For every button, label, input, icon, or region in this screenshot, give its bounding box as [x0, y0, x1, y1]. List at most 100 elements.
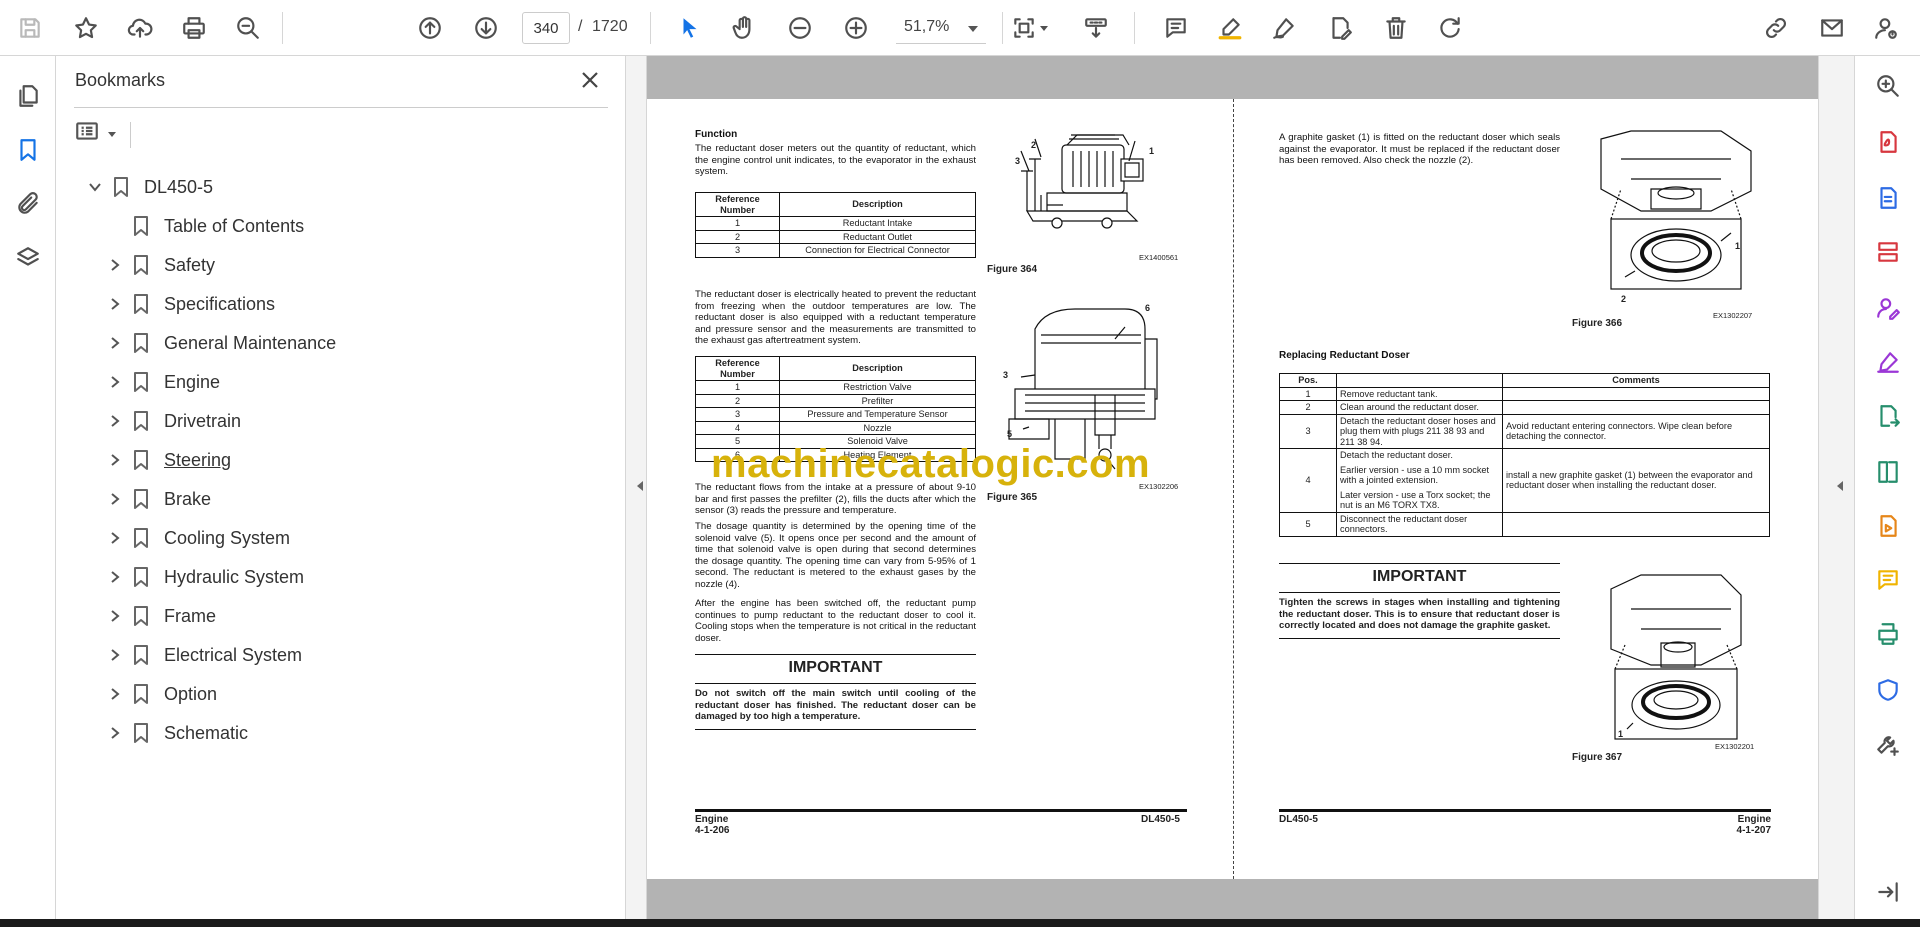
- document-canvas[interactable]: Function The reductant doser meters out …: [647, 56, 1818, 919]
- bookmark-item[interactable]: Table of Contents: [104, 207, 304, 245]
- star-icon[interactable]: [68, 10, 104, 46]
- save-icon[interactable]: [12, 10, 48, 46]
- bookmark-label: Hydraulic System: [164, 566, 305, 587]
- heated-paragraph: The reductant doser is electrically heat…: [695, 289, 976, 347]
- bookmark-item[interactable]: Drivetrain: [104, 402, 241, 440]
- bookmark-item[interactable]: Brake: [104, 480, 211, 518]
- tools-collapse-handle[interactable]: [1818, 56, 1854, 919]
- bookmark-item[interactable]: Engine: [104, 363, 220, 401]
- bookmarks-icon[interactable]: [10, 132, 46, 168]
- organize-pages-icon[interactable]: [1872, 236, 1904, 268]
- bookmark-item[interactable]: General Maintenance: [104, 324, 336, 362]
- bookmark-item[interactable]: Steering: [104, 441, 231, 479]
- chevron-right-icon[interactable]: [104, 332, 126, 354]
- function-paragraph: The reductant doser meters out the quant…: [695, 143, 976, 178]
- request-signature-icon[interactable]: [1872, 292, 1904, 324]
- layers-icon[interactable]: [10, 240, 46, 276]
- chevron-right-icon[interactable]: [104, 410, 126, 432]
- bookmark-item[interactable]: Specifications: [104, 285, 275, 323]
- ref-number: 4: [695, 420, 780, 435]
- bookmark-item[interactable]: Cooling System: [104, 519, 290, 557]
- bookmark-item[interactable]: DL450-5: [84, 168, 213, 206]
- redo-icon[interactable]: [1432, 10, 1468, 46]
- rich-media-icon[interactable]: [1872, 510, 1904, 542]
- account-icon[interactable]: [1868, 10, 1904, 46]
- figure-callout: 1: [1618, 729, 1624, 739]
- chevron-right-icon[interactable]: [104, 371, 126, 393]
- comment-icon[interactable]: [1158, 10, 1194, 46]
- step-text: Remove reductant tank.: [1340, 388, 1438, 399]
- bookmark-item[interactable]: Frame: [104, 597, 216, 635]
- page-spread: Function The reductant doser meters out …: [647, 99, 1818, 879]
- edit-text-icon[interactable]: [1322, 10, 1358, 46]
- page-separator: /: [578, 18, 583, 35]
- bookmark-label: Electrical System: [164, 644, 303, 665]
- cloud-upload-icon[interactable]: [122, 10, 158, 46]
- zoom-dropdown[interactable]: 51,7%: [896, 12, 986, 44]
- draw-icon[interactable]: [1266, 10, 1302, 46]
- bookmark-item[interactable]: Hydraulic System: [104, 558, 304, 596]
- chevron-right-icon[interactable]: [104, 449, 126, 471]
- bookmark-label: Engine: [164, 371, 221, 392]
- bookmark-item[interactable]: Schematic: [104, 714, 248, 752]
- panel-collapse-handle[interactable]: [626, 56, 647, 919]
- step-text: Detach the reductant doser hoses and plu…: [1340, 415, 1496, 447]
- page-number-input[interactable]: [522, 12, 570, 44]
- chevron-right-icon[interactable]: [104, 644, 126, 666]
- attachments-icon[interactable]: [10, 186, 46, 222]
- collapse-panel-icon[interactable]: [1872, 876, 1904, 908]
- select-cursor-icon[interactable]: [672, 10, 708, 46]
- chevron-down-icon[interactable]: [84, 176, 106, 198]
- share-link-icon[interactable]: [1758, 10, 1794, 46]
- chevron-right-icon[interactable]: [104, 527, 126, 549]
- export-pdf-icon[interactable]: [1872, 126, 1904, 158]
- bookmark-item[interactable]: Option: [104, 675, 217, 713]
- chevron-right-icon[interactable]: [104, 566, 126, 588]
- send-review-icon[interactable]: [1872, 400, 1904, 432]
- bookmark-item[interactable]: Electrical System: [104, 636, 302, 674]
- scroll-mode-icon[interactable]: [1078, 10, 1114, 46]
- fill-sign-icon[interactable]: [1872, 346, 1904, 378]
- close-icon[interactable]: [578, 68, 606, 96]
- figure-caption: Figure 365: [987, 492, 1038, 503]
- table-row: 3 Detach the reductant doser hoses and pl…: [1279, 413, 1770, 449]
- bookmark-flag-icon: [126, 408, 156, 434]
- create-pdf-icon[interactable]: [1872, 182, 1904, 214]
- hand-tool-icon[interactable]: [726, 10, 762, 46]
- scan-ocr-icon[interactable]: [1872, 618, 1904, 650]
- email-icon[interactable]: [1814, 10, 1850, 46]
- footer-model: DL450-5: [1141, 814, 1180, 825]
- more-tools-icon[interactable]: [1872, 728, 1904, 760]
- page-fit-icon[interactable]: [1006, 10, 1048, 46]
- page-up-icon[interactable]: [412, 10, 448, 46]
- table-header: Pos.: [1279, 373, 1337, 388]
- function-heading: Function: [695, 129, 738, 140]
- chevron-right-icon[interactable]: [104, 254, 126, 276]
- bookmark-options-icon[interactable]: [74, 118, 122, 150]
- page-thumbnails-icon[interactable]: [10, 78, 46, 114]
- zoom-search-icon[interactable]: [1872, 70, 1904, 102]
- bookmark-label: Cooling System: [164, 527, 291, 548]
- chevron-right-icon[interactable]: [104, 683, 126, 705]
- compare-files-icon[interactable]: [1872, 456, 1904, 488]
- protect-icon[interactable]: [1872, 674, 1904, 706]
- comment-tool-icon[interactable]: [1872, 564, 1904, 596]
- chevron-right-icon[interactable]: [104, 605, 126, 627]
- bookmark-item[interactable]: Safety: [104, 246, 215, 284]
- chevron-right-icon[interactable]: [104, 488, 126, 510]
- table-row: 4 Nozzle: [695, 420, 976, 435]
- chevron-right-icon[interactable]: [104, 293, 126, 315]
- highlight-icon[interactable]: [1212, 10, 1248, 46]
- search-icon[interactable]: [230, 10, 266, 46]
- print-icon[interactable]: [176, 10, 212, 46]
- zoom-value: 51,7%: [904, 18, 950, 35]
- zoom-in-icon[interactable]: [838, 10, 874, 46]
- chevron-right-icon[interactable]: [104, 722, 126, 744]
- chevron-down-icon: [968, 26, 978, 37]
- taskbar-strip: [0, 919, 1920, 927]
- trash-icon[interactable]: [1378, 10, 1414, 46]
- ref-description: Nozzle: [779, 420, 976, 435]
- zoom-out-icon[interactable]: [782, 10, 818, 46]
- page-down-icon[interactable]: [468, 10, 504, 46]
- ref-description: Prefilter: [779, 393, 976, 408]
